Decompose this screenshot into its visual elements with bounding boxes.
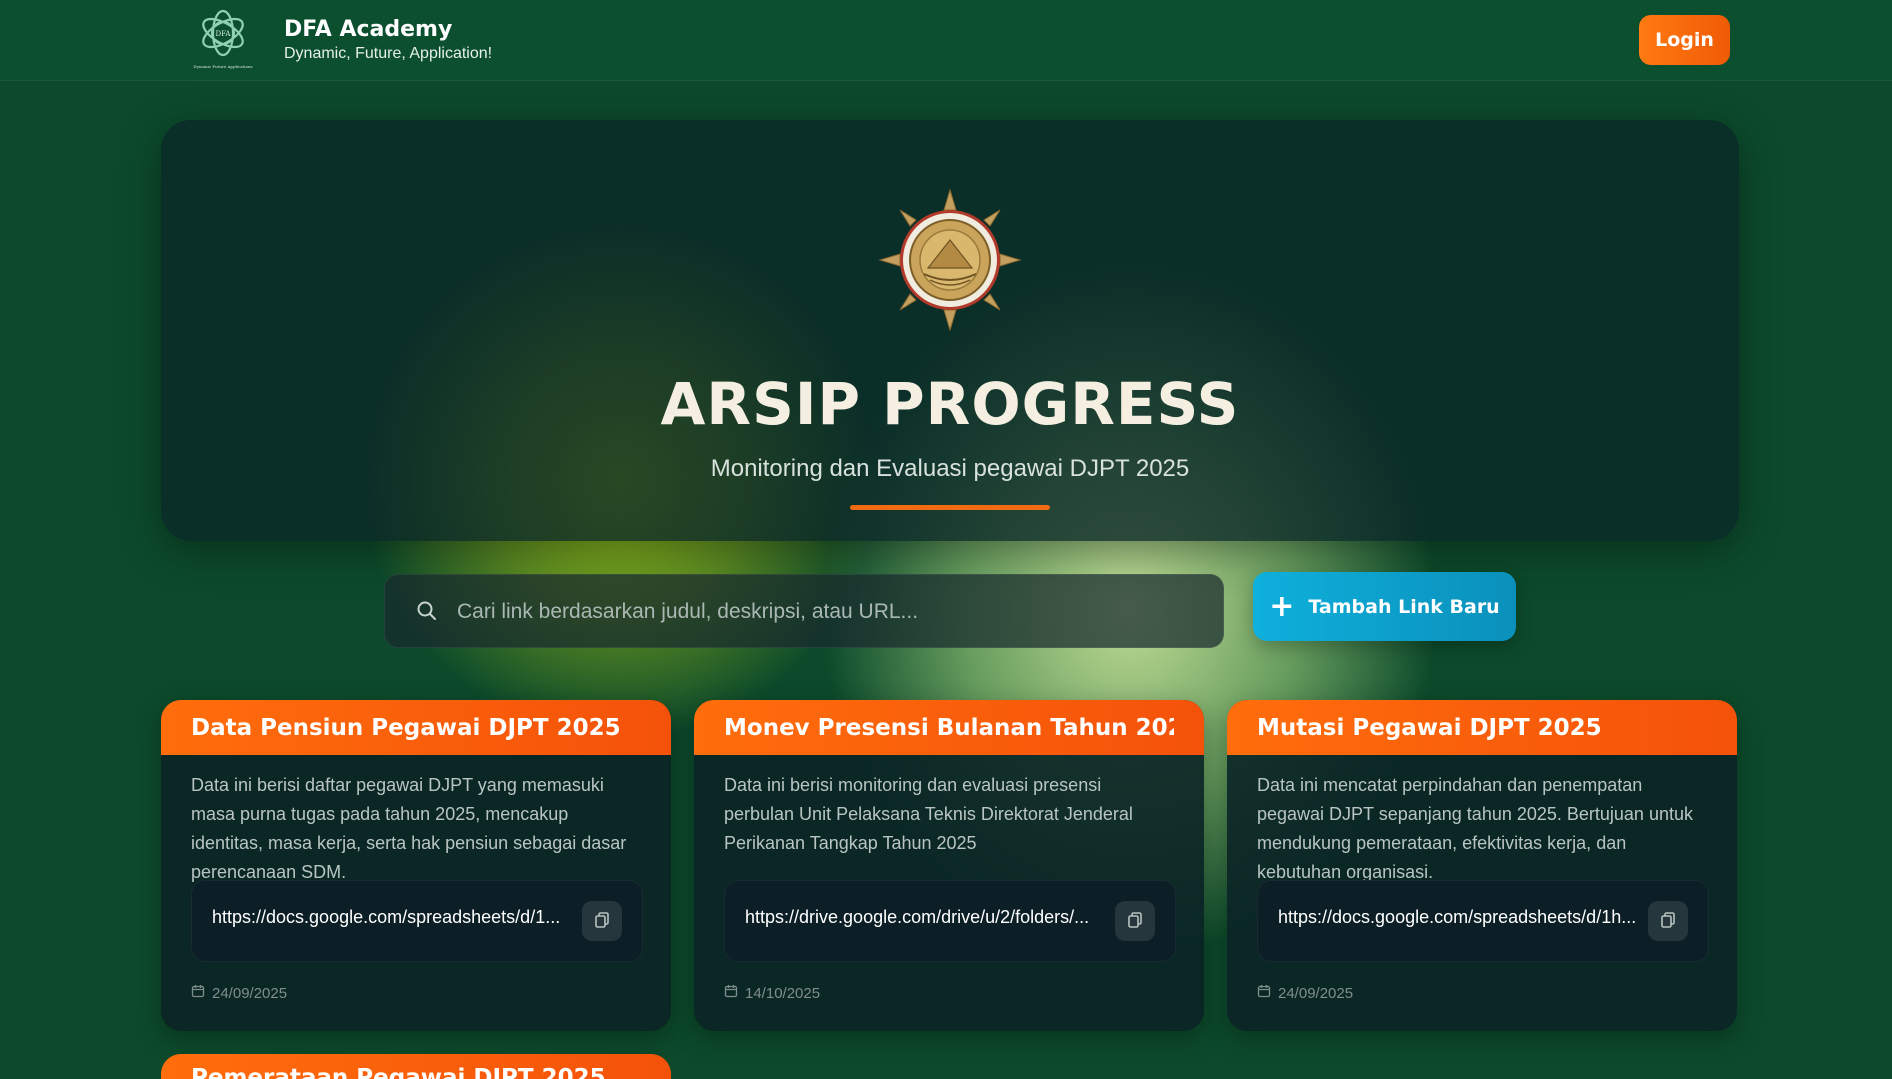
copy-icon — [593, 911, 611, 932]
card-title: Pemerataan Pegawai DJPT 2025 — [191, 1065, 606, 1079]
search-input[interactable] — [455, 575, 1199, 649]
search-bar — [384, 574, 1224, 649]
link-card[interactable]: Pemerataan Pegawai DJPT 2025 — [161, 1054, 671, 1079]
brand-subtitle: Dynamic, Future, Application! — [284, 45, 493, 62]
copy-button[interactable] — [1115, 901, 1155, 941]
card-title: Data Pensiun Pegawai DJPT 2025 — [191, 714, 621, 741]
card-date: 24/09/2025 — [1257, 984, 1353, 1002]
card-description: Data ini berisi monitoring dan evaluasi … — [724, 775, 1133, 853]
card-link-box: https://docs.google.com/spreadsheets/d/1… — [1257, 880, 1709, 962]
copy-button[interactable] — [582, 901, 622, 941]
calendar-icon — [191, 984, 205, 1002]
link-card[interactable]: Data Pensiun Pegawai DJPT 2025 Data ini … — [161, 700, 671, 1031]
card-title: Mutasi Pegawai DJPT 2025 — [1257, 714, 1602, 741]
card-date-text: 14/10/2025 — [745, 984, 821, 1002]
dfa-logo-icon[interactable]: DFA Dynamic Future Applications — [186, 2, 260, 74]
link-card[interactable]: Mutasi Pegawai DJPT 2025 Data ini mencat… — [1227, 700, 1737, 1031]
login-button[interactable]: Login — [1639, 15, 1730, 65]
card-header: Pemerataan Pegawai DJPT 2025 — [161, 1054, 671, 1079]
copy-button[interactable] — [1648, 901, 1688, 941]
copy-icon — [1659, 911, 1677, 932]
svg-text:DFA: DFA — [216, 30, 232, 38]
search-icon — [415, 599, 439, 623]
card-date: 24/09/2025 — [191, 984, 287, 1002]
card-url[interactable]: https://docs.google.com/spreadsheets/d/1… — [212, 907, 572, 928]
card-description: Data ini mencatat perpindahan dan penemp… — [1257, 775, 1693, 882]
card-date-text: 24/09/2025 — [1278, 984, 1354, 1002]
hero-banner: ARSIP PROGRESS Monitoring dan Evaluasi p… — [161, 120, 1739, 541]
plus-icon: + — [1269, 588, 1295, 624]
brand: DFA Academy Dynamic, Future, Application… — [284, 15, 492, 63]
title-underline — [850, 505, 1050, 510]
calendar-icon — [1257, 984, 1271, 1002]
card-header: Data Pensiun Pegawai DJPT 2025 — [161, 700, 671, 755]
djpt-emblem-icon — [878, 188, 1022, 332]
card-date-text: 24/09/2025 — [212, 984, 288, 1002]
copy-icon — [1126, 911, 1144, 932]
card-url[interactable]: https://docs.google.com/spreadsheets/d/1… — [1278, 907, 1638, 928]
card-title: Monev Presensi Bulanan Tahun 2025 — [724, 714, 1174, 741]
card-link-box: https://drive.google.com/drive/u/2/folde… — [724, 880, 1176, 962]
page-title: ARSIP PROGRESS — [660, 370, 1240, 438]
add-link-label: Tambah Link Baru — [1308, 595, 1500, 618]
card-date: 14/10/2025 — [724, 984, 820, 1002]
card-header: Mutasi Pegawai DJPT 2025 — [1227, 700, 1737, 755]
card-header: Monev Presensi Bulanan Tahun 2025 — [694, 700, 1204, 755]
brand-title: DFA Academy — [284, 17, 453, 42]
card-link-box: https://docs.google.com/spreadsheets/d/1… — [191, 880, 643, 962]
svg-text:Dynamic Future Applications: Dynamic Future Applications — [193, 64, 252, 69]
card-url[interactable]: https://drive.google.com/drive/u/2/folde… — [745, 907, 1105, 928]
calendar-icon — [724, 984, 738, 1002]
page-subtitle: Monitoring dan Evaluasi pegawai DJPT 202… — [710, 455, 1190, 482]
link-card[interactable]: Monev Presensi Bulanan Tahun 2025 Data i… — [694, 700, 1204, 1031]
card-description: Data ini berisi daftar pegawai DJPT yang… — [191, 775, 627, 882]
top-navbar: DFA Dynamic Future Applications DFA Acad… — [0, 0, 1892, 81]
add-link-button[interactable]: + Tambah Link Baru — [1253, 572, 1516, 641]
